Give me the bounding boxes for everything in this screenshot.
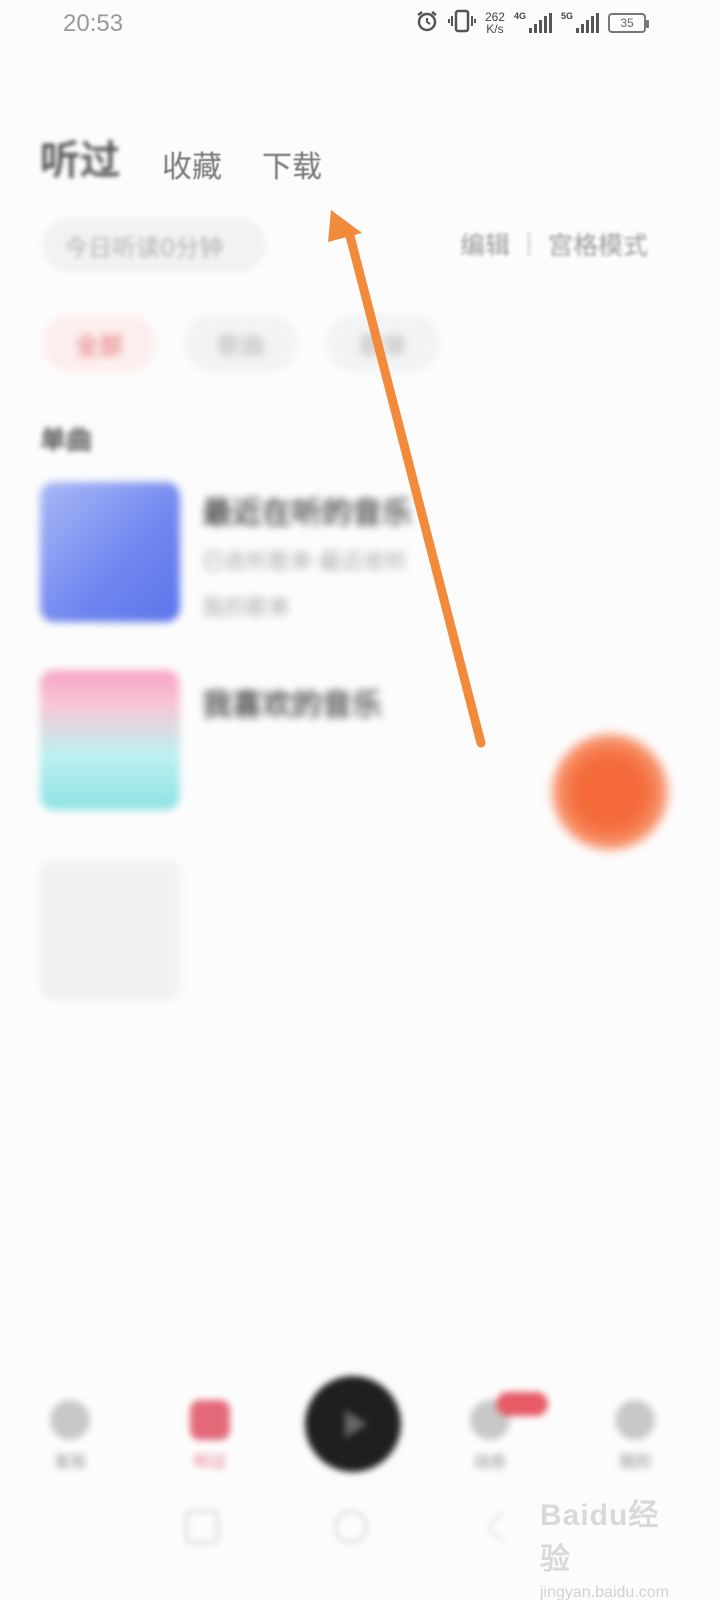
chip-all[interactable]: 全部 — [42, 314, 156, 372]
playlist-cover[interactable] — [40, 670, 180, 810]
edit-button[interactable]: 编辑 — [460, 226, 510, 262]
play-button[interactable] — [305, 1376, 401, 1472]
notification-badge — [496, 1392, 548, 1416]
floating-action-button[interactable] — [552, 734, 668, 850]
list-item-title[interactable]: 最近在听的音乐 — [202, 488, 412, 532]
playlist-cover[interactable] — [40, 482, 180, 622]
watermark-main: Baidu经验 — [540, 1499, 660, 1576]
menu-button[interactable] — [185, 1510, 219, 1544]
nav-label: 发现 — [53, 1452, 86, 1471]
play-icon — [345, 1410, 367, 1438]
nav-mine[interactable]: 我的 — [595, 1400, 675, 1472]
home-button[interactable] — [334, 1510, 368, 1544]
tab-favorites[interactable]: 收藏 — [162, 142, 222, 186]
tab-bar: 听过 收藏 下载 — [40, 128, 322, 186]
page-content: 听过 收藏 下载 今日听读0分钟 编辑 宫格模式 全部 歌曲 歌单 单曲 最近在… — [0, 0, 720, 1600]
discover-icon — [50, 1400, 90, 1440]
list-item-title[interactable]: 我喜欢的音乐 — [202, 680, 382, 724]
top-actions: 编辑 宫格模式 — [460, 226, 648, 262]
chip-playlists[interactable]: 歌单 — [326, 314, 440, 372]
listened-icon — [190, 1400, 230, 1440]
profile-icon — [615, 1400, 655, 1440]
tab-listened[interactable]: 听过 — [40, 128, 120, 186]
baidu-watermark: Baidu经验 jingyan.baidu.com — [540, 1490, 680, 1600]
add-playlist-card[interactable] — [40, 860, 180, 1000]
listen-time-pill[interactable]: 今日听读0分钟 — [42, 218, 266, 272]
bottom-nav: 发现 听过 动态 我的 — [0, 1370, 720, 1490]
back-button[interactable] — [486, 1510, 520, 1544]
list-item-subtitle: 我的歌单 — [202, 596, 291, 621]
nav-listened[interactable]: 听过 — [170, 1400, 250, 1472]
section-title: 单曲 — [40, 426, 93, 456]
nav-label: 我的 — [618, 1452, 651, 1471]
divider — [528, 232, 531, 256]
nav-label: 动态 — [473, 1452, 506, 1471]
filter-chips: 全部 歌曲 歌单 — [42, 314, 440, 372]
list-item-subtitle: 已收听歌单·最近收听 — [202, 550, 407, 575]
nav-discover[interactable]: 发现 — [30, 1400, 110, 1472]
tab-downloads[interactable]: 下载 — [262, 142, 322, 186]
watermark-sub: jingyan.baidu.com — [540, 1584, 669, 1600]
grid-mode-button[interactable]: 宫格模式 — [548, 226, 648, 262]
chip-songs[interactable]: 歌曲 — [184, 314, 298, 372]
nav-label: 听过 — [193, 1452, 226, 1471]
